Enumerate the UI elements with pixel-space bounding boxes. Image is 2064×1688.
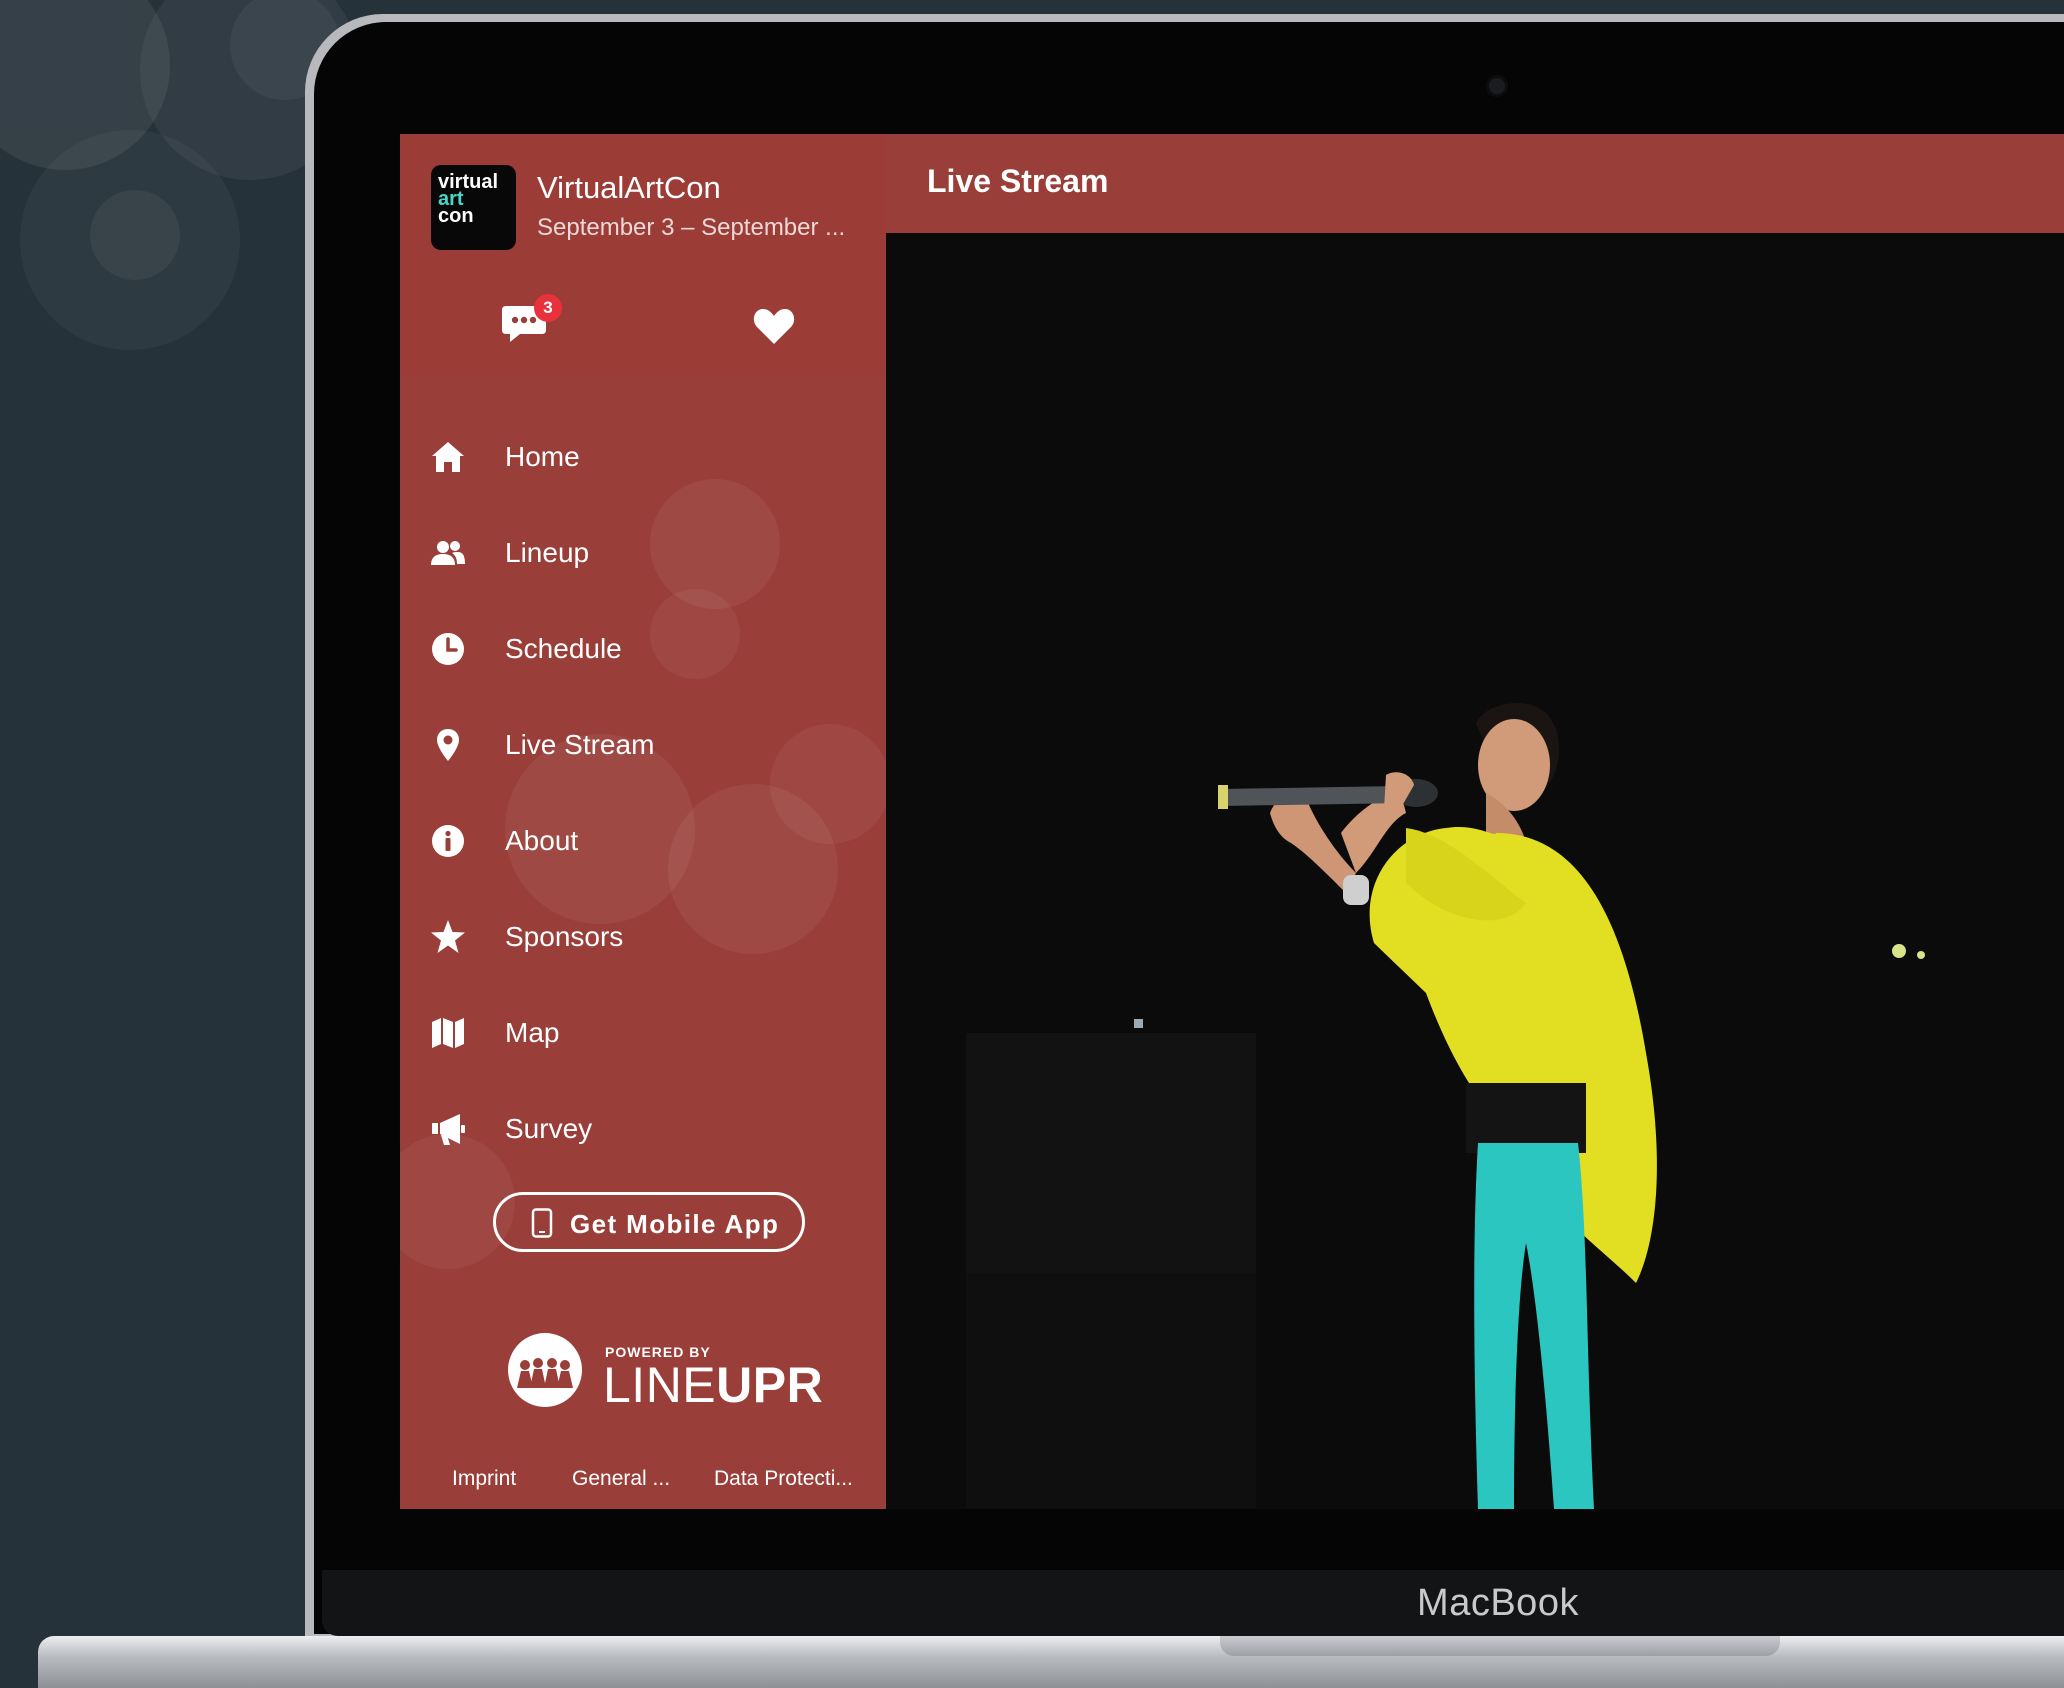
nav-item-map[interactable]: Map — [400, 997, 886, 1069]
laptop-notch — [1220, 1636, 1780, 1656]
nav-label: Home — [505, 441, 580, 472]
app-screen: virtual art con VirtualArtCon September … — [400, 134, 2064, 1509]
lineupr-logo-mark — [508, 1333, 582, 1407]
laptop-chin — [322, 1570, 2064, 1636]
live-stream-video[interactable] — [886, 233, 2064, 1509]
heart-icon[interactable] — [752, 306, 796, 346]
nav-label: Survey — [505, 1113, 593, 1144]
page-header: Live Stream — [886, 134, 2064, 233]
users-icon — [431, 541, 465, 565]
event-dates: September 3 – September ... — [537, 214, 846, 241]
event-title: VirtualArtCon — [537, 170, 721, 205]
map-pin-icon — [437, 729, 459, 761]
nav-item-lineup[interactable]: Lineup — [400, 517, 886, 589]
get-mobile-app-button[interactable]: Get Mobile App — [493, 1192, 805, 1252]
footer-link-data-protection[interactable]: Data Protecti... — [714, 1467, 853, 1491]
event-logo[interactable]: virtual art con — [431, 165, 516, 250]
nav-label: Lineup — [505, 537, 590, 568]
nav-label: Sponsors — [505, 921, 624, 952]
megaphone-icon — [432, 1114, 465, 1145]
home-icon — [432, 442, 464, 472]
message-count-badge: 3 — [534, 294, 562, 322]
background-bokeh — [90, 190, 180, 280]
nav-item-live-stream[interactable]: Live Stream — [400, 709, 886, 781]
nav-item-home[interactable]: Home — [400, 421, 886, 493]
phone-icon — [531, 1208, 553, 1238]
page-title: Live Stream — [927, 163, 1109, 199]
star-icon — [431, 920, 465, 953]
info-icon — [432, 825, 464, 857]
nav-item-sponsors[interactable]: Sponsors — [400, 901, 886, 973]
nav-item-schedule[interactable]: Schedule — [400, 613, 886, 685]
nav-label: Live Stream — [505, 729, 655, 760]
sidebar: virtual art con VirtualArtCon September … — [400, 134, 886, 1509]
nav-item-about[interactable]: About — [400, 805, 886, 877]
nav-item-survey[interactable]: Survey — [400, 1093, 886, 1165]
webcam — [1489, 78, 1505, 94]
nav-label: About — [505, 825, 579, 856]
footer-link-imprint[interactable]: Imprint — [452, 1467, 516, 1491]
get-mobile-app-label: Get Mobile App — [570, 1209, 780, 1239]
device-brand-label: MacBook — [1417, 1582, 1579, 1624]
footer-link-general[interactable]: General ... — [572, 1467, 670, 1491]
nav-label: Map — [505, 1017, 560, 1048]
nav-label: Schedule — [505, 633, 622, 664]
powered-by-brand: LINEUPR — [603, 1357, 824, 1413]
clock-icon — [432, 633, 464, 665]
map-icon — [432, 1018, 464, 1048]
main-content: Live Stream — [886, 134, 2064, 1509]
